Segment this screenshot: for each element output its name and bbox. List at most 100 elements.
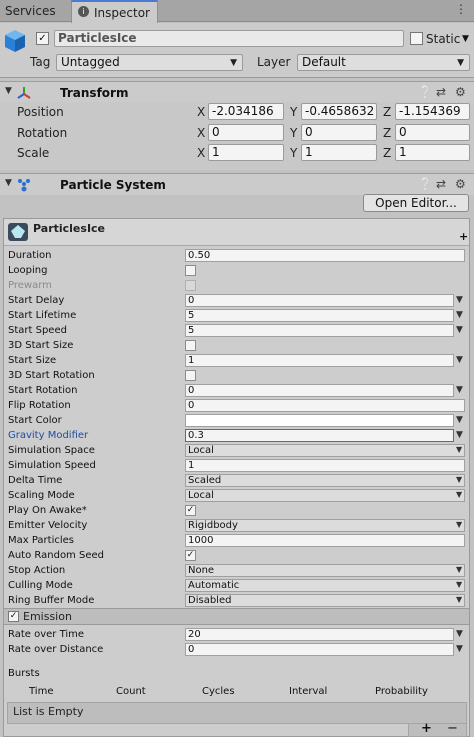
position-z-field[interactable]: -1.154369 bbox=[395, 103, 470, 120]
property-dropdown[interactable]: Disabled bbox=[185, 594, 465, 607]
add-module-icon[interactable]: + bbox=[459, 230, 468, 243]
help-icon[interactable]: ❔ bbox=[418, 177, 433, 191]
layer-dropdown[interactable]: Default ▼ bbox=[297, 54, 470, 71]
tag-value: Untagged bbox=[61, 55, 120, 69]
tab-inspector[interactable]: i Inspector bbox=[71, 0, 158, 23]
object-header: ✓ ParticlesIce Static ▼ Tag Untagged ▼ La… bbox=[0, 23, 474, 78]
rate-over-distance-field[interactable]: 0 bbox=[185, 643, 454, 656]
color-field[interactable] bbox=[185, 414, 454, 427]
property-dropdown[interactable]: None bbox=[185, 564, 465, 577]
property-field[interactable]: 0.50 bbox=[185, 249, 465, 262]
menu-icon[interactable]: ⋮ bbox=[455, 2, 467, 16]
axis-x-label: X bbox=[197, 105, 206, 119]
property-field[interactable]: 0 bbox=[185, 399, 465, 412]
property-checkbox[interactable]: ✓ bbox=[185, 550, 196, 561]
property-field[interactable]: 0 bbox=[185, 384, 454, 397]
property-label: Flip Rotation bbox=[8, 400, 71, 411]
chevron-down-icon[interactable]: ▼ bbox=[456, 355, 463, 365]
emission-checkbox[interactable]: ✓ bbox=[8, 611, 19, 622]
rate-over-time-field[interactable]: 20 bbox=[185, 628, 454, 641]
property-label: Scaling Mode bbox=[8, 490, 75, 501]
property-label: Max Particles bbox=[8, 535, 75, 546]
rate-over-time-label: Rate over Time bbox=[8, 629, 85, 640]
property-checkbox[interactable] bbox=[185, 340, 196, 351]
gear-icon[interactable]: ⚙ bbox=[455, 177, 466, 191]
axis-y-label: Y bbox=[290, 146, 298, 160]
property-checkbox[interactable] bbox=[185, 370, 196, 381]
fold-arrow-icon[interactable]: ▼ bbox=[5, 86, 12, 96]
chevron-down-icon[interactable]: ▼ bbox=[456, 295, 463, 305]
active-checkbox[interactable]: ✓ bbox=[36, 32, 49, 45]
property-label: Prewarm bbox=[8, 280, 52, 291]
remove-burst-button[interactable]: − bbox=[447, 721, 458, 736]
presets-icon[interactable]: ⇄ bbox=[436, 177, 446, 191]
crystal-icon bbox=[11, 225, 25, 238]
position-x-field[interactable]: -2.034186 bbox=[208, 103, 284, 120]
scale-z-field[interactable]: 1 bbox=[395, 144, 470, 161]
chevron-down-icon[interactable]: ▼ bbox=[456, 325, 463, 335]
property-label: Culling Mode bbox=[8, 580, 73, 591]
tag-dropdown[interactable]: Untagged ▼ bbox=[56, 54, 243, 71]
property-field[interactable]: 1000 bbox=[185, 534, 465, 547]
chevron-down-icon: ▼ bbox=[456, 595, 463, 604]
rotation-z-field[interactable]: 0 bbox=[395, 124, 470, 141]
chevron-down-icon: ▼ bbox=[456, 565, 463, 574]
property-field[interactable]: 1 bbox=[185, 459, 465, 472]
property-label: 3D Start Rotation bbox=[8, 370, 95, 381]
bursts-label: Bursts bbox=[8, 668, 40, 679]
chevron-down-icon[interactable]: ▼ bbox=[456, 310, 463, 320]
property-checkbox[interactable]: ✓ bbox=[185, 505, 196, 516]
property-dropdown[interactable]: Rigidbody bbox=[185, 519, 465, 532]
bursts-column: Time bbox=[29, 686, 54, 697]
transform-header[interactable]: ▼ Transform ❔ ⇄ ⚙ bbox=[0, 81, 474, 103]
help-icon[interactable]: ❔ bbox=[418, 85, 433, 99]
gear-icon[interactable]: ⚙ bbox=[455, 85, 466, 99]
static-dropdown-icon[interactable]: ▼ bbox=[462, 34, 469, 44]
chevron-down-icon: ▼ bbox=[230, 58, 237, 68]
position-y-field[interactable]: -0.4658632 bbox=[301, 103, 377, 120]
chevron-down-icon[interactable]: ▼ bbox=[456, 415, 463, 425]
rotation-x-field[interactable]: 0 bbox=[208, 124, 284, 141]
property-label: Start Size bbox=[8, 355, 57, 366]
object-name-field[interactable]: ParticlesIce bbox=[54, 30, 404, 47]
property-field[interactable]: 0.3 bbox=[185, 429, 454, 442]
emission-header[interactable]: ✓ Emission bbox=[4, 608, 469, 625]
emission-body: Rate over Time 20 ▼ Rate over Distance 0… bbox=[4, 626, 469, 737]
property-field[interactable]: 5 bbox=[185, 309, 454, 322]
module-header[interactable]: ParticlesIce + bbox=[4, 219, 469, 246]
chevron-down-icon: ▼ bbox=[456, 490, 463, 499]
property-label: Looping bbox=[8, 265, 48, 276]
transform-axes-icon bbox=[17, 87, 31, 99]
property-field[interactable]: 5 bbox=[185, 324, 454, 337]
chevron-down-icon[interactable]: ▼ bbox=[456, 430, 463, 440]
presets-icon[interactable]: ⇄ bbox=[436, 85, 446, 99]
property-field[interactable]: 1 bbox=[185, 354, 454, 367]
property-label: Simulation Space bbox=[8, 445, 95, 456]
particle-system-header[interactable]: ▼ Particle System ❔ ⇄ ⚙ bbox=[0, 173, 474, 195]
scale-x-field[interactable]: 1 bbox=[208, 144, 284, 161]
property-field[interactable]: 0 bbox=[185, 294, 454, 307]
property-dropdown[interactable]: Local bbox=[185, 444, 465, 457]
open-editor-button[interactable]: Open Editor... bbox=[363, 194, 469, 212]
axis-z-label: Z bbox=[383, 146, 392, 160]
property-dropdown[interactable]: Scaled bbox=[185, 474, 465, 487]
static-checkbox[interactable] bbox=[410, 32, 423, 45]
fold-arrow-icon[interactable]: ▼ bbox=[5, 178, 12, 188]
chevron-down-icon: ▼ bbox=[456, 475, 463, 484]
scale-label: Scale bbox=[17, 146, 50, 160]
axis-x-label: X bbox=[197, 146, 206, 160]
add-burst-button[interactable]: + bbox=[421, 721, 432, 736]
chevron-down-icon: ▼ bbox=[456, 445, 463, 454]
chevron-down-icon[interactable]: ▼ bbox=[456, 629, 463, 639]
property-dropdown[interactable]: Local bbox=[185, 489, 465, 502]
layer-value: Default bbox=[302, 55, 346, 69]
chevron-down-icon[interactable]: ▼ bbox=[456, 385, 463, 395]
property-checkbox[interactable] bbox=[185, 265, 196, 276]
rotation-y-field[interactable]: 0 bbox=[301, 124, 377, 141]
tab-services[interactable]: Services bbox=[0, 0, 63, 22]
chevron-down-icon[interactable]: ▼ bbox=[456, 644, 463, 654]
property-label: Auto Random Seed bbox=[8, 550, 104, 561]
property-dropdown[interactable]: Automatic bbox=[185, 579, 465, 592]
transform-body: Position X -2.034186 Y -0.4658632 Z -1.1… bbox=[0, 102, 474, 170]
scale-y-field[interactable]: 1 bbox=[301, 144, 377, 161]
